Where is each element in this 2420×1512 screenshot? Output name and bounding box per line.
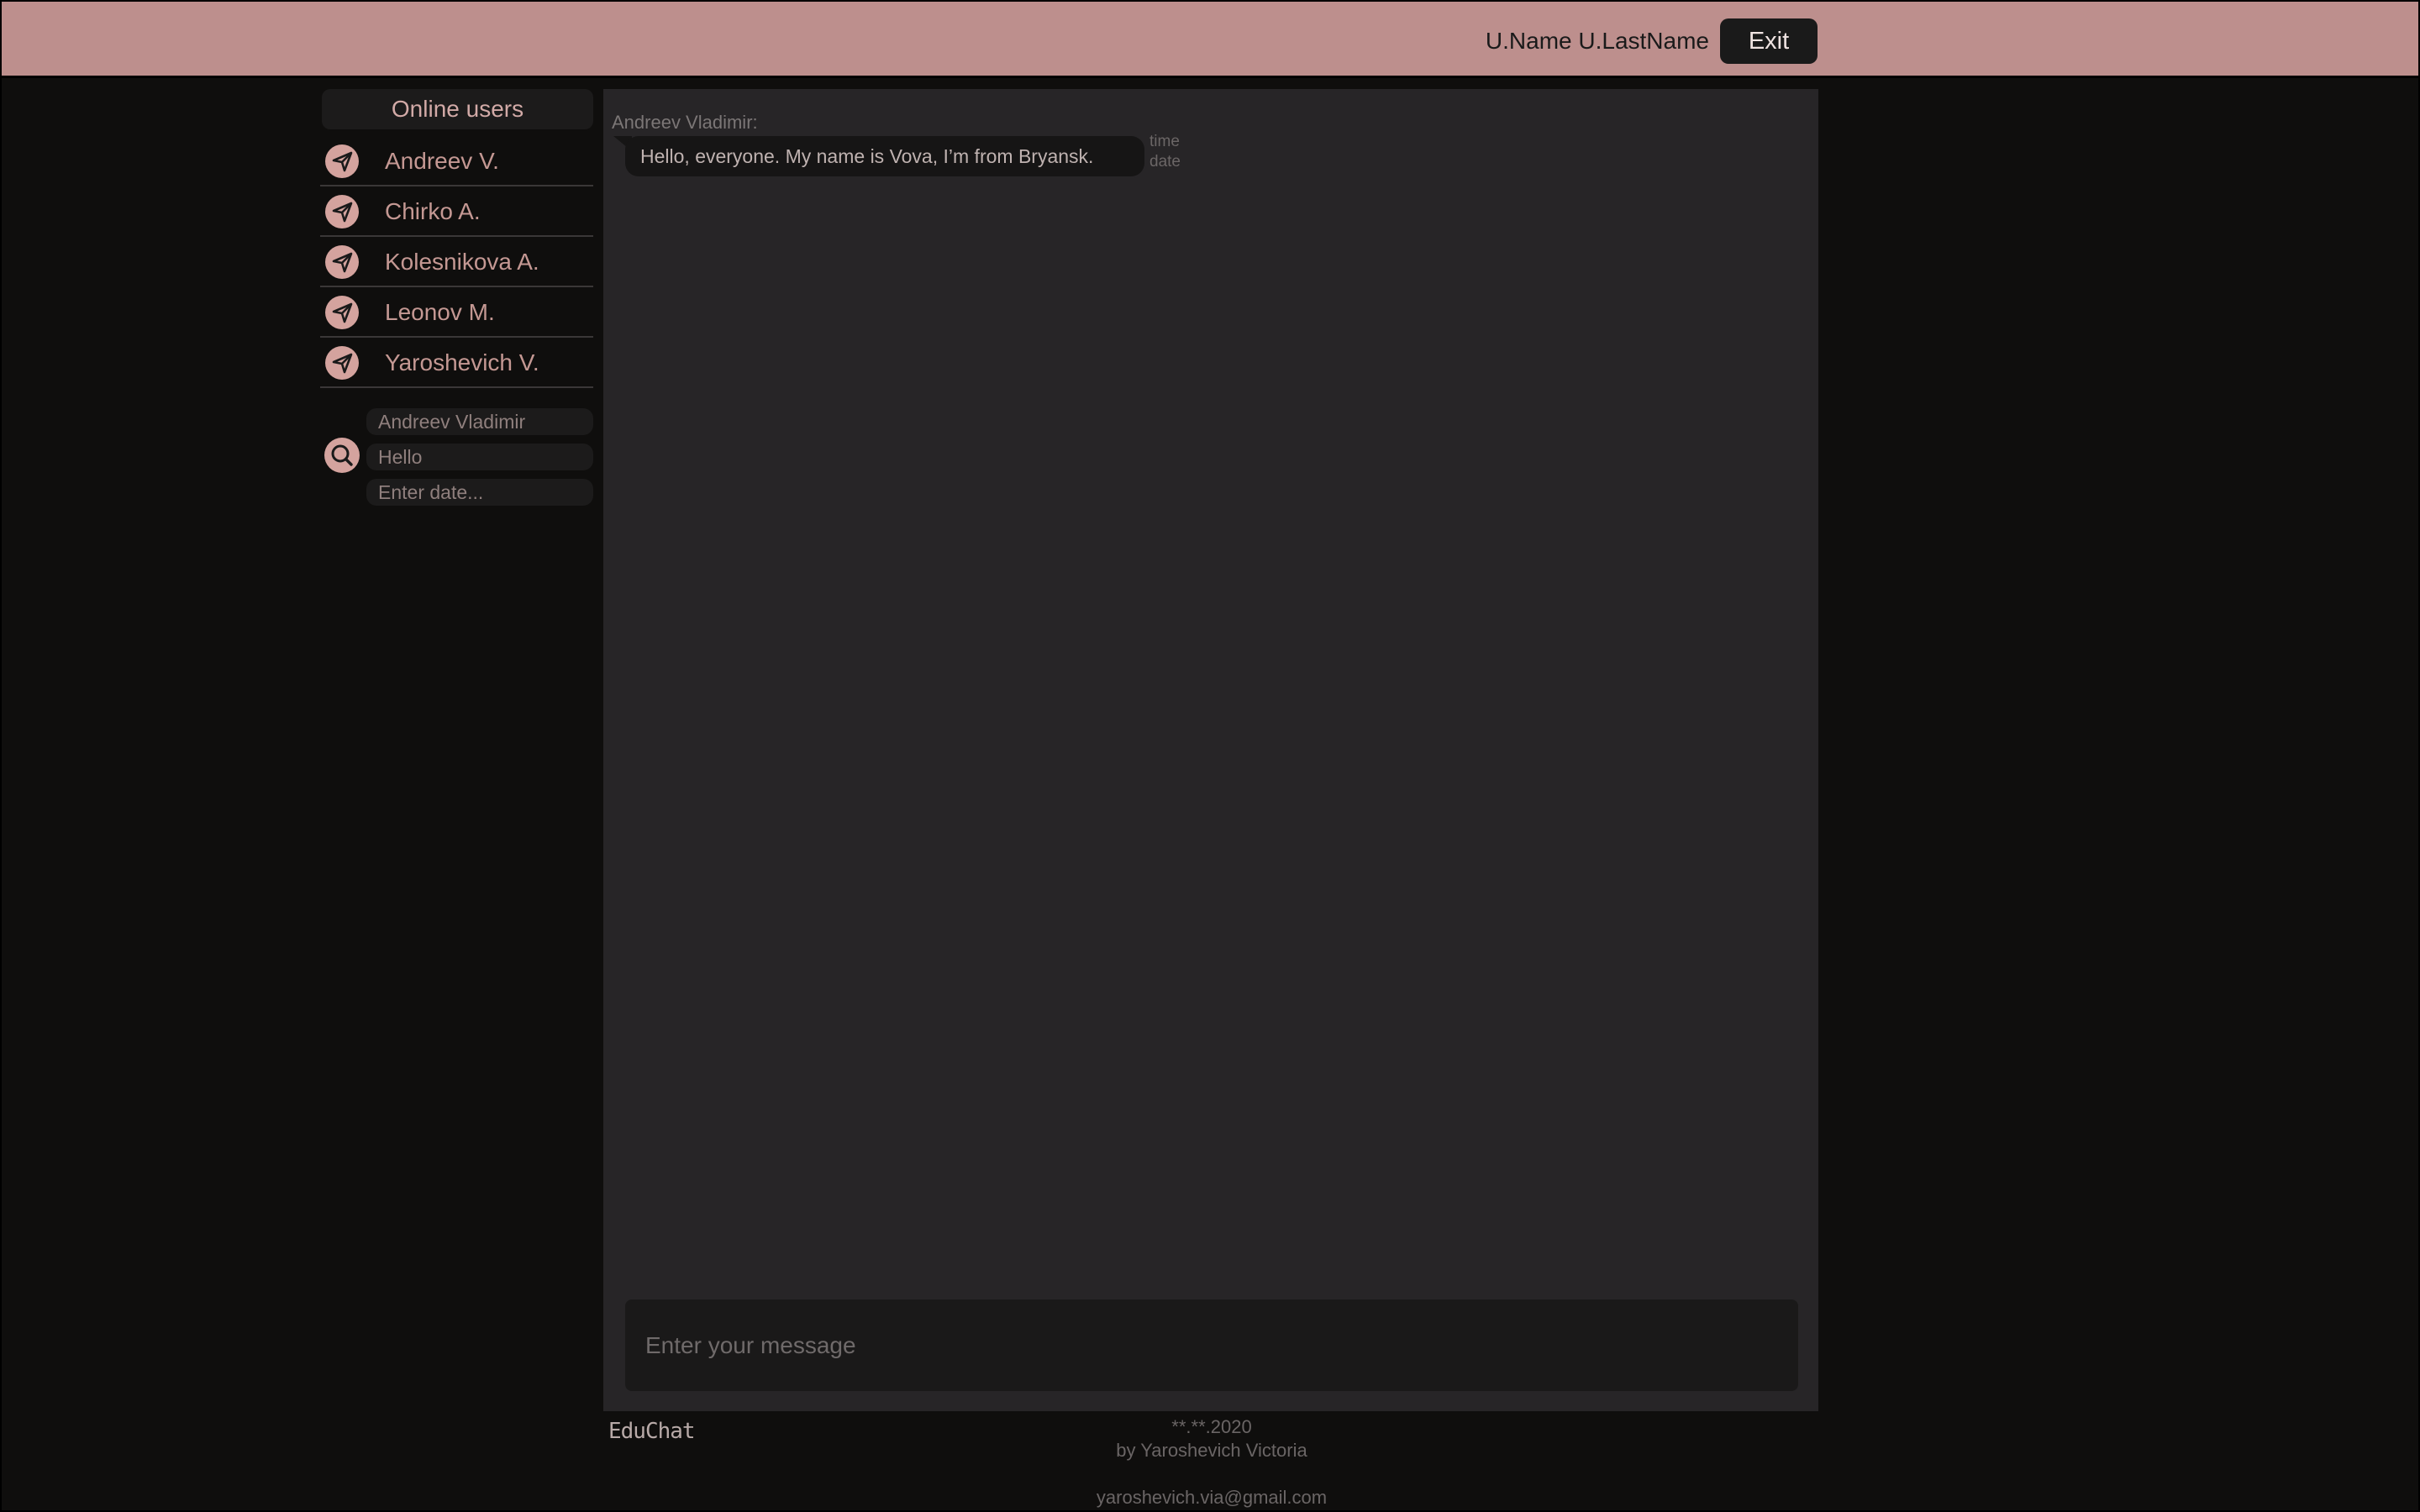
search-icon[interactable] bbox=[324, 438, 360, 473]
online-user-item[interactable]: Yaroshevich V. bbox=[320, 338, 593, 388]
online-user-item[interactable]: Andreev V. bbox=[320, 136, 593, 186]
footer-author: by Yaroshevich Victoria bbox=[1116, 1440, 1307, 1461]
app-window: U.Name U.LastName Exit Online users Andr… bbox=[0, 0, 2420, 1512]
send-icon[interactable] bbox=[325, 144, 359, 178]
online-user-name: Andreev V. bbox=[385, 148, 499, 174]
message-sender: Andreev Vladimir: bbox=[612, 112, 758, 133]
send-icon[interactable] bbox=[325, 195, 359, 228]
footer-email[interactable]: yaroshevich.via@gmail.com bbox=[1002, 1487, 1422, 1509]
top-bar: U.Name U.LastName Exit bbox=[2, 2, 2418, 78]
current-user-name: U.Name U.LastName bbox=[1485, 28, 1709, 54]
send-icon[interactable] bbox=[325, 245, 359, 279]
send-icon[interactable] bbox=[325, 296, 359, 329]
message-date: date bbox=[1150, 153, 1181, 171]
footer-date: **.**.2020 bbox=[1171, 1416, 1252, 1437]
online-users-title: Online users bbox=[322, 89, 593, 129]
message-bubble: Hello, everyone. My name is Vova, I’m fr… bbox=[625, 136, 1144, 176]
search-text-field[interactable]: Hello bbox=[366, 444, 593, 470]
exit-button[interactable]: Exit bbox=[1720, 18, 1818, 64]
online-user-item[interactable]: Chirko A. bbox=[320, 186, 593, 237]
online-user-name: Yaroshevich V. bbox=[385, 349, 539, 375]
search-date-field[interactable]: Enter date... bbox=[366, 479, 593, 506]
online-user-item[interactable]: Kolesnikova A. bbox=[320, 237, 593, 287]
send-icon[interactable] bbox=[325, 346, 359, 380]
online-user-name: Chirko A. bbox=[385, 198, 481, 224]
app-logo: EduChat bbox=[608, 1419, 696, 1444]
online-user-name: Leonov M. bbox=[385, 299, 495, 325]
message-input[interactable]: Enter your message bbox=[625, 1299, 1798, 1391]
chat-panel: Andreev Vladimir: Hello, everyone. My na… bbox=[603, 89, 1818, 1411]
message-time: time bbox=[1150, 133, 1180, 150]
online-user-name: Kolesnikova A. bbox=[385, 249, 539, 275]
online-user-item[interactable]: Leonov M. bbox=[320, 287, 593, 338]
search-author-field[interactable]: Andreev Vladimir bbox=[366, 408, 593, 435]
